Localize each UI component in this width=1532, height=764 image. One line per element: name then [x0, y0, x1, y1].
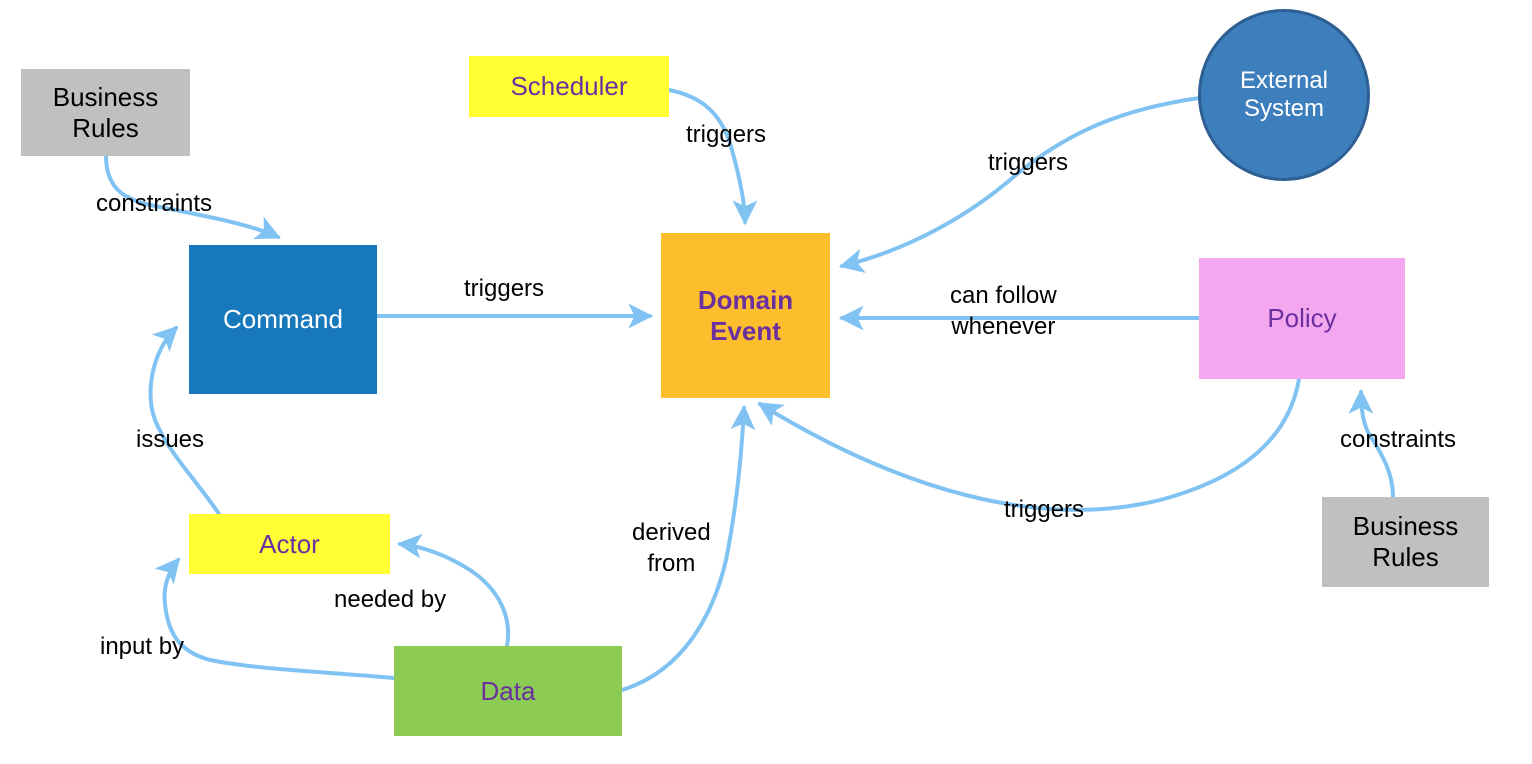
- edge-label-business-rules-to-command: constraints: [96, 190, 213, 217]
- edge-label-policy-to-domain-event: can follow whenever: [950, 282, 1057, 340]
- edge-label-data-to-actor-input-by: input by: [100, 633, 185, 660]
- node-business-rules-right[interactable]: Business Rules: [1322, 497, 1489, 587]
- edge-label-scheduler-to-domain-event: triggers: [686, 121, 767, 148]
- edge-data-to-actor-input-by: [154, 557, 396, 680]
- edge-scheduler-to-domain-event: [667, 88, 758, 226]
- edge-label-external-system-to-domain-event: triggers: [988, 149, 1069, 176]
- node-external-system[interactable]: External System: [1198, 9, 1370, 181]
- edge-label-policy-to-domain-event-triggers: triggers: [1004, 496, 1085, 523]
- edge-label-data-to-domain-event: derived from: [632, 519, 711, 577]
- edge-external-system-to-domain-event: [838, 96, 1201, 273]
- node-business-rules-left[interactable]: Business Rules: [21, 69, 190, 156]
- node-command[interactable]: Command: [189, 245, 377, 394]
- edge-label-data-to-actor: needed by: [334, 586, 447, 613]
- edge-policy-to-domain-event-triggers: [757, 377, 1301, 512]
- node-actor[interactable]: Actor: [189, 514, 390, 574]
- node-scheduler[interactable]: Scheduler: [469, 56, 669, 117]
- edge-label-command-to-actor: issues: [136, 426, 205, 453]
- diagram-canvas: Business Rules Scheduler External System Co…: [0, 0, 1532, 764]
- node-domain-event[interactable]: Domain Event: [661, 233, 830, 398]
- node-data[interactable]: Data: [394, 646, 622, 736]
- edge-label-business-rules-to-policy: constraints: [1340, 426, 1457, 453]
- node-policy[interactable]: Policy: [1199, 258, 1405, 379]
- edge-label-command-to-domain-event: triggers: [464, 275, 545, 302]
